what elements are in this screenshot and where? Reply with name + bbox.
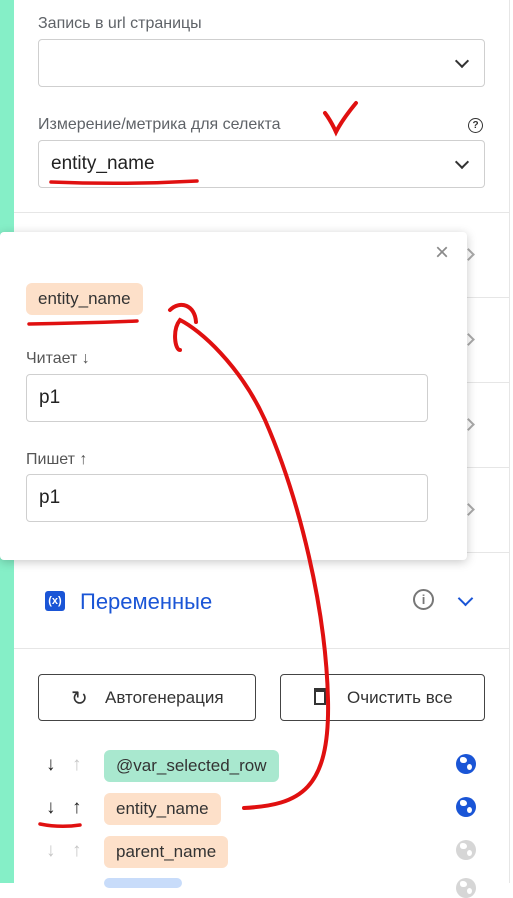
chevron-down-icon — [454, 154, 470, 170]
globe-icon[interactable] — [456, 754, 476, 774]
url-field-label: Запись в url страницы — [38, 15, 202, 32]
reads-input-value: p1 — [39, 387, 61, 408]
clear-all-button[interactable]: Очистить все — [280, 674, 485, 721]
trash-icon — [313, 687, 327, 711]
variable-chip-partial[interactable] — [104, 878, 182, 888]
variable-chip[interactable]: parent_name — [104, 836, 229, 868]
chevron-down-icon — [454, 53, 470, 69]
variable-chip[interactable]: @var_selected_row — [104, 750, 279, 782]
help-icon[interactable]: ? — [468, 118, 483, 133]
read-arrow-icon[interactable]: ↓ — [46, 755, 56, 775]
metric-select-value: entity_name — [51, 153, 155, 174]
globe-icon[interactable] — [456, 840, 476, 860]
globe-icon[interactable] — [456, 797, 476, 817]
section-divider — [14, 648, 510, 649]
panel-border — [509, 0, 510, 883]
writes-label: Пишет ↑ — [26, 451, 88, 468]
popup-variable-chip: entity_name — [26, 283, 143, 315]
reads-input[interactable]: p1 — [26, 374, 428, 422]
metric-field-label: Измерение/метрика для селекта — [38, 116, 281, 133]
write-arrow-icon[interactable]: ↑ — [72, 755, 82, 775]
metric-select[interactable]: entity_name — [38, 140, 485, 188]
write-arrow-icon[interactable]: ↑ — [72, 841, 82, 861]
globe-icon[interactable] — [456, 878, 476, 898]
info-icon[interactable]: i — [413, 589, 434, 610]
autogenerate-button[interactable]: ↻ Автогенерация — [38, 674, 256, 721]
read-arrow-icon[interactable]: ↓ — [46, 841, 56, 861]
variable-icon: (x) — [45, 591, 65, 611]
reads-label: Читает ↓ — [26, 350, 90, 367]
read-arrow-icon[interactable]: ↓ — [46, 798, 56, 818]
writes-input[interactable]: p1 — [26, 474, 428, 522]
variables-title[interactable]: Переменные — [80, 589, 212, 615]
close-icon[interactable]: × — [432, 241, 452, 265]
write-arrow-icon[interactable]: ↑ — [72, 798, 82, 818]
variable-chip[interactable]: entity_name — [104, 793, 221, 825]
refresh-icon: ↻ — [71, 688, 88, 710]
section-divider — [14, 212, 510, 213]
clear-all-label: Очистить все — [347, 688, 453, 707]
autogenerate-label: Автогенерация — [105, 688, 224, 707]
writes-input-value: p1 — [39, 487, 61, 508]
url-select[interactable] — [38, 39, 485, 87]
